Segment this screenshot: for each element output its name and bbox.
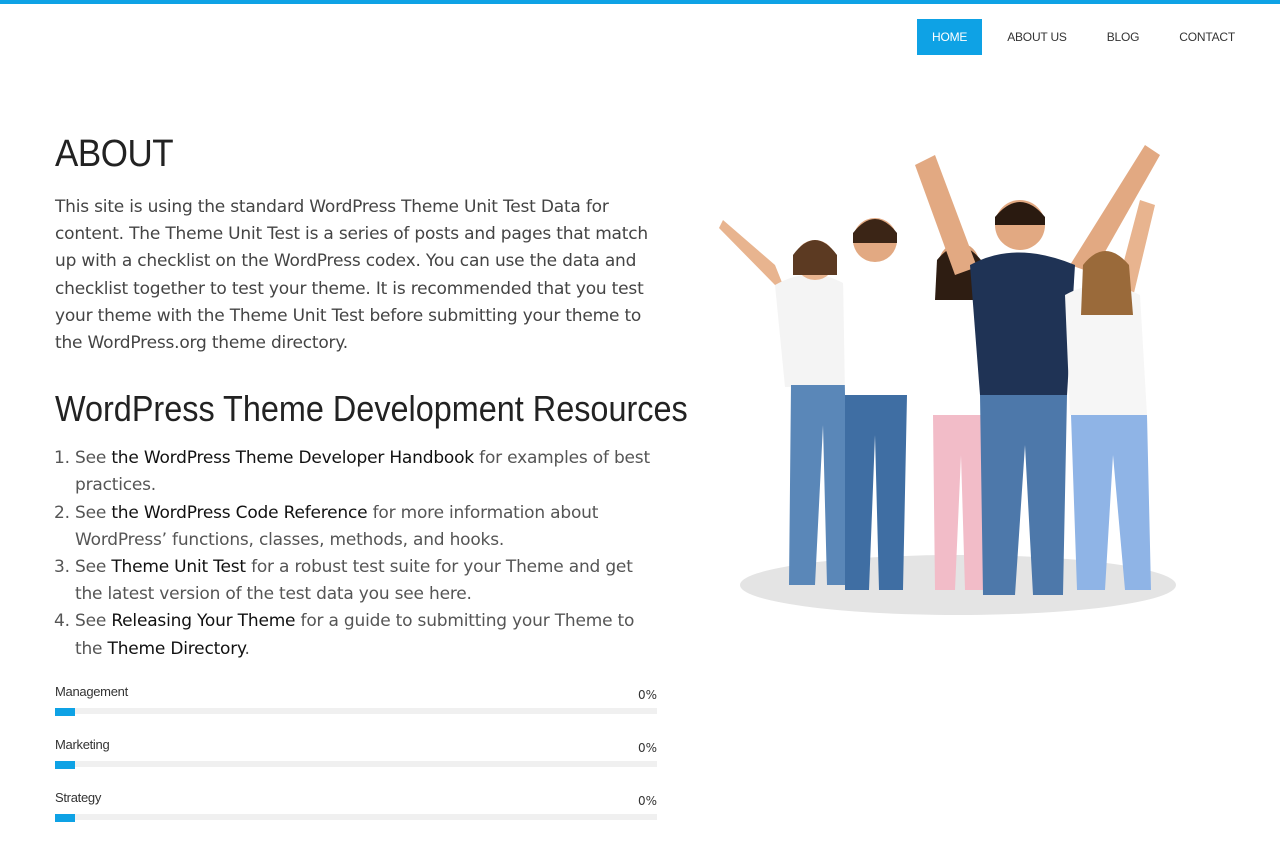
hero-people-image [719,145,1176,615]
progress-track [55,708,657,716]
list-item: See the WordPress Theme Developer Handbo… [75,445,657,499]
progress-track [55,814,657,822]
skill-management: Management 0% [55,684,657,737]
skill-percent: 0% [637,688,657,702]
intro-paragraph: This site is using the standard WordPres… [55,197,648,354]
section-title: WordPress Theme Development Resources [55,388,688,430]
nav-item-contact[interactable]: CONTACT [1164,19,1250,55]
person-left [719,220,855,585]
theme-directory-link[interactable]: Theme Directory [108,639,245,659]
theme-unit-test-link[interactable]: Theme Unit Test [111,557,246,577]
skill-percent: 0% [637,741,657,755]
skill-marketing: Marketing 0% [55,737,657,790]
skills-section: Management 0% Marketing 0% Strategy 0% [55,684,657,843]
releasing-your-theme-link[interactable]: Releasing Your Theme [111,611,295,631]
top-accent-bar [0,0,1280,4]
about-content: ABOUT This site is using the standard Wo… [55,128,688,663]
code-reference-link[interactable]: the WordPress Code Reference [111,503,367,523]
progress-fill [55,761,75,769]
progress-fill [55,708,75,716]
nav-item-about-us[interactable]: ABOUT US [992,19,1082,55]
page-title: ABOUT [55,133,174,175]
skill-percent: 0% [637,794,657,808]
progress-fill [55,814,75,822]
developer-handbook-link[interactable]: the WordPress Theme Developer Handbook [111,448,474,468]
nav-item-blog[interactable]: BLOG [1092,19,1155,55]
list-item-text: See [75,557,112,578]
list-item: See Theme Unit Test for a robust test su… [75,554,657,608]
skill-name: Management [55,684,128,699]
list-item: See Releasing Your Theme for a guide to … [75,608,657,662]
nav-item-home[interactable]: HOME [917,19,983,55]
main-nav: HOME ABOUT US BLOG CONTACT [917,19,1260,55]
list-item-text: See [75,611,112,632]
list-item-text: . [244,638,250,659]
list-item: See the WordPress Code Reference for mor… [75,500,657,554]
progress-track [55,761,657,769]
list-item-text: See [75,502,112,523]
person-center-left [843,218,907,590]
skill-strategy: Strategy 0% [55,790,657,843]
skill-name: Strategy [55,790,102,805]
resources-list: See the WordPress Theme Developer Handbo… [55,445,657,663]
skill-name: Marketing [55,737,110,752]
list-item-text: See [75,448,112,469]
